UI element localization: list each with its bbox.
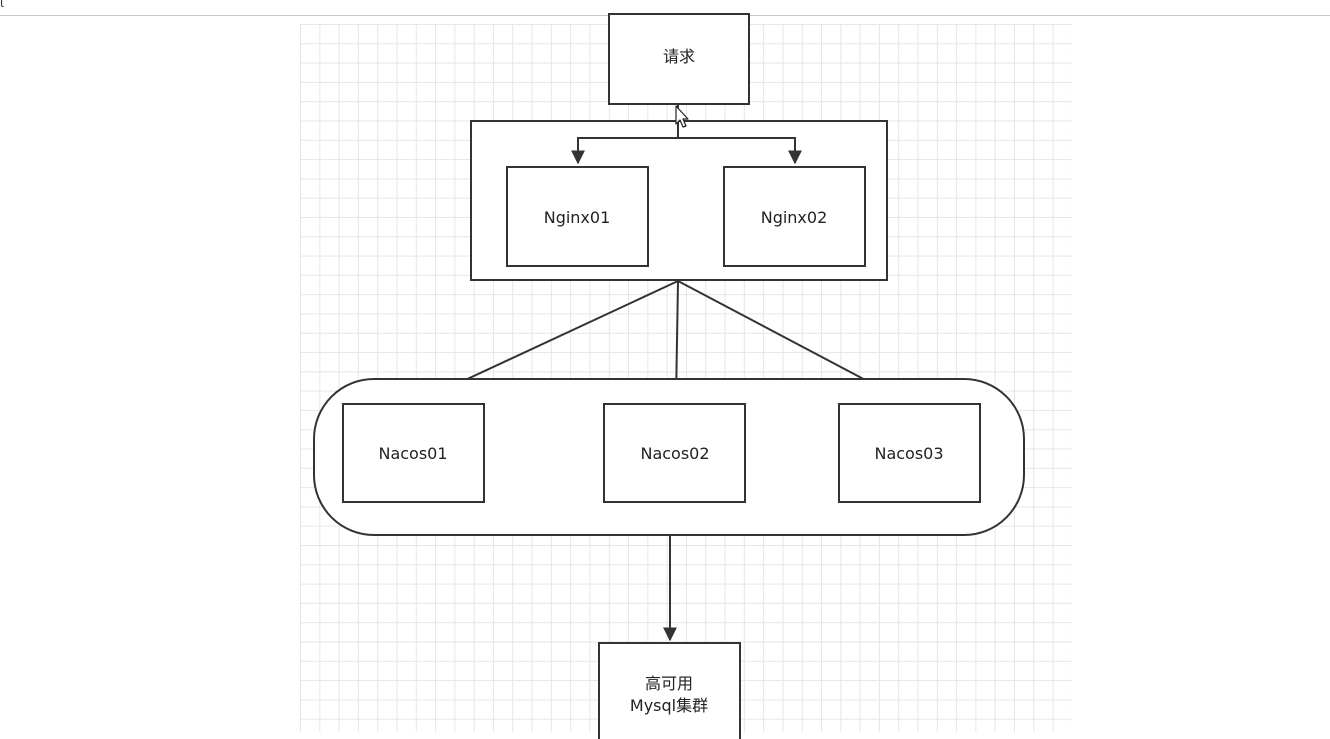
mysql-label-line2: Mysql集群 xyxy=(630,696,708,715)
nginx01-label: Nginx01 xyxy=(544,208,611,227)
nacos02-label: Nacos02 xyxy=(640,444,709,463)
architecture-diagram: 请求 Nginx01 Nginx02 Nacos01 Nacos02 Nacos… xyxy=(313,13,1025,739)
nacos03-label: Nacos03 xyxy=(874,444,943,463)
nacos01-label: Nacos01 xyxy=(378,444,447,463)
request-label: 请求 xyxy=(663,47,695,66)
mysql-label-line1: 高可用 xyxy=(645,674,693,693)
nginx02-label: Nginx02 xyxy=(761,208,828,227)
